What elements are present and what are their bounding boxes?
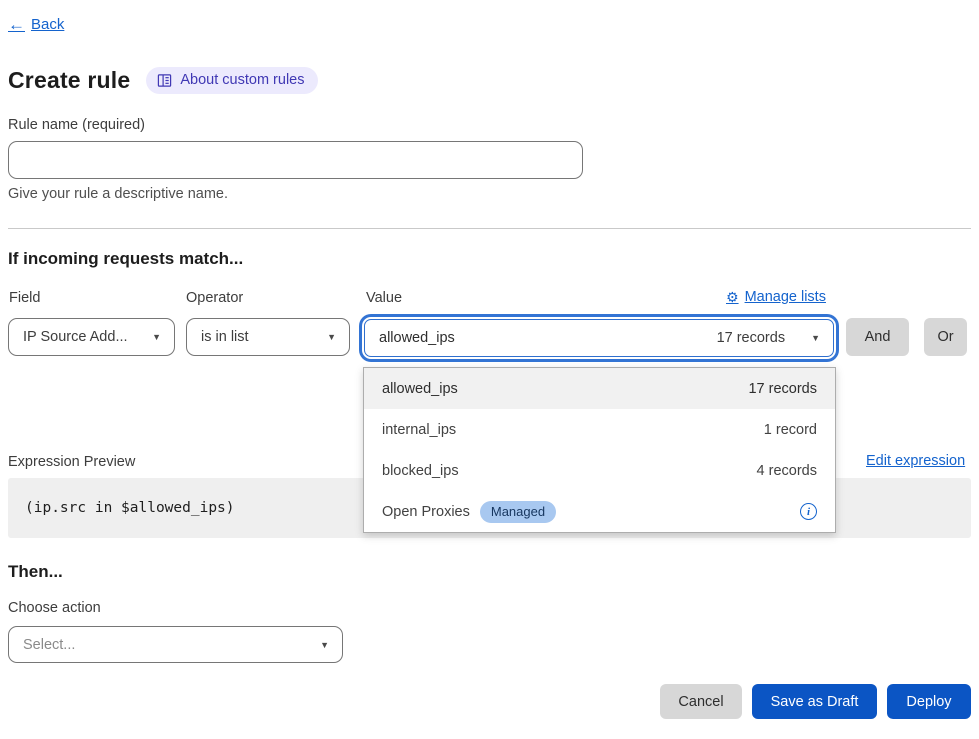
then-heading: Then...: [8, 562, 63, 582]
list-option-meta: 17 records: [748, 381, 817, 397]
and-button[interactable]: And: [846, 318, 909, 356]
value-label: Value: [366, 290, 402, 306]
value-combobox[interactable]: allowed_ips 17 records ▼: [364, 319, 834, 357]
choose-action-label: Choose action: [8, 600, 101, 616]
about-custom-rules-badge[interactable]: About custom rules: [146, 67, 317, 94]
chevron-down-icon: ▼: [327, 332, 336, 342]
list-option-open-proxies[interactable]: Open Proxies Managed i: [364, 491, 835, 532]
operator-label: Operator: [186, 290, 243, 306]
cancel-button[interactable]: Cancel: [660, 684, 742, 719]
gear-icon: ⚙: [726, 290, 739, 304]
rule-name-helper: Give your rule a descriptive name.: [8, 186, 228, 202]
info-icon[interactable]: i: [800, 503, 817, 520]
page-title: Create rule: [8, 67, 130, 94]
match-heading: If incoming requests match...: [8, 249, 243, 269]
back-link[interactable]: ← Back: [8, 16, 64, 33]
chevron-down-icon: ▼: [152, 332, 161, 342]
managed-badge: Managed: [480, 501, 556, 523]
list-option-internal-ips[interactable]: internal_ips 1 record: [364, 409, 835, 450]
deploy-button[interactable]: Deploy: [887, 684, 971, 719]
list-dropdown-panel: allowed_ips 17 records internal_ips 1 re…: [363, 367, 836, 533]
edit-expression-link[interactable]: Edit expression: [866, 453, 965, 469]
section-divider: [8, 228, 971, 229]
value-combobox-meta: 17 records: [717, 330, 786, 346]
rule-name-label: Rule name (required): [8, 117, 145, 133]
manage-lists-label: Manage lists: [745, 289, 826, 305]
book-icon: [157, 73, 172, 88]
back-label: Back: [31, 16, 64, 33]
rule-name-input[interactable]: [8, 141, 583, 179]
list-option-name: Open Proxies: [382, 504, 470, 520]
list-option-name: internal_ips: [382, 422, 456, 438]
operator-select-value: is in list: [201, 329, 249, 345]
list-option-name: blocked_ips: [382, 463, 459, 479]
about-badge-label: About custom rules: [180, 72, 304, 88]
field-label: Field: [9, 290, 40, 306]
value-combobox-selected: allowed_ips: [379, 330, 455, 346]
chevron-down-icon: ▼: [320, 640, 329, 650]
action-select-placeholder: Select...: [23, 637, 75, 653]
field-select-value: IP Source Add...: [23, 329, 128, 345]
chevron-down-icon: ▼: [811, 333, 820, 343]
save-as-draft-button[interactable]: Save as Draft: [752, 684, 877, 719]
list-option-name: allowed_ips: [382, 381, 458, 397]
list-option-meta: 1 record: [764, 422, 817, 438]
or-button[interactable]: Or: [924, 318, 967, 356]
manage-lists-link[interactable]: ⚙ Manage lists: [726, 289, 826, 305]
list-option-meta: 4 records: [757, 463, 817, 479]
list-option-blocked-ips[interactable]: blocked_ips 4 records: [364, 450, 835, 491]
expression-preview-label: Expression Preview: [8, 454, 135, 470]
expression-code: (ip.src in $allowed_ips): [25, 500, 235, 516]
back-arrow-icon: ←: [8, 16, 25, 33]
action-select[interactable]: Select... ▼: [8, 626, 343, 663]
list-option-allowed-ips[interactable]: allowed_ips 17 records: [364, 368, 835, 409]
operator-select[interactable]: is in list ▼: [186, 318, 350, 356]
field-select[interactable]: IP Source Add... ▼: [8, 318, 175, 356]
